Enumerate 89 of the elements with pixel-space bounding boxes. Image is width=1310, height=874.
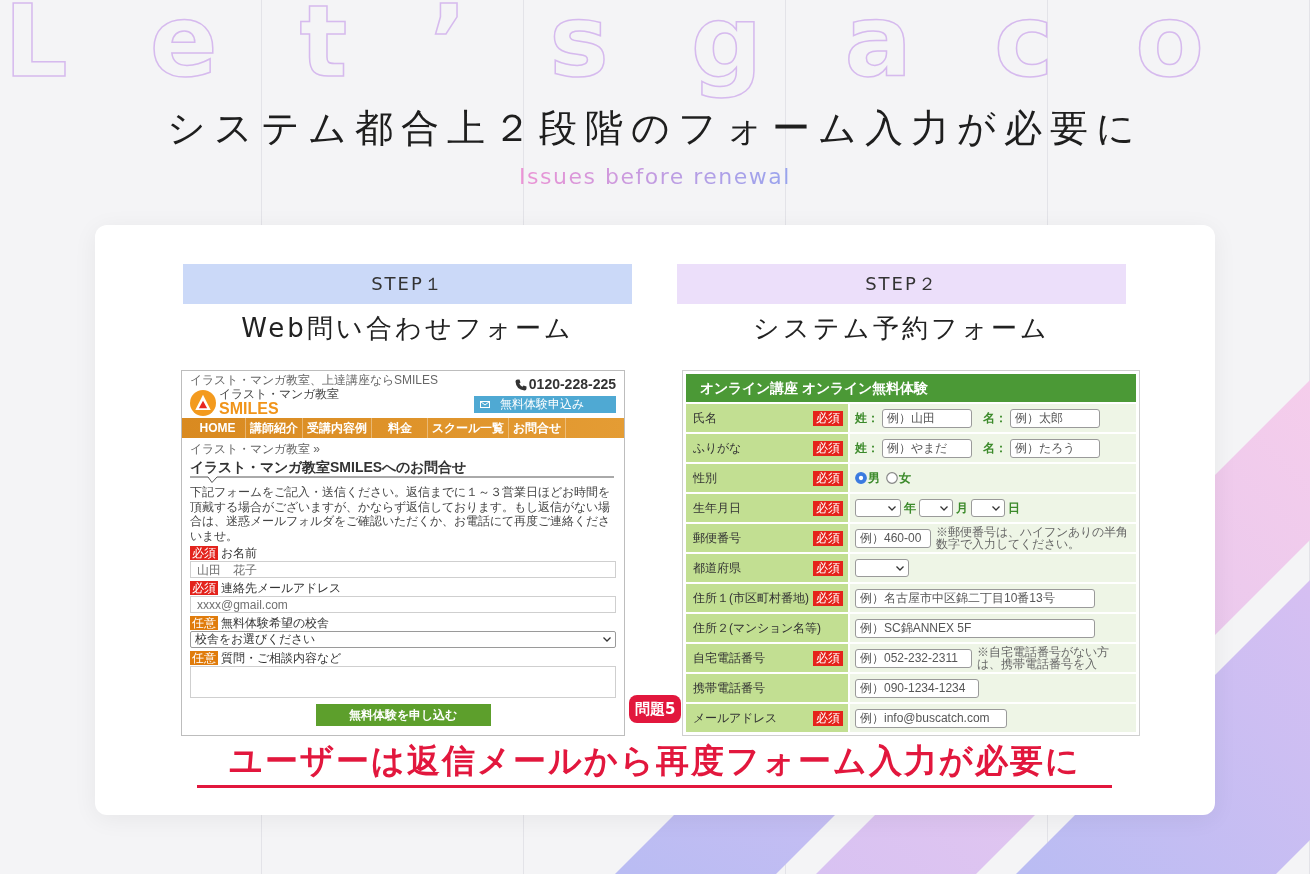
name-input[interactable]: 例）やまだ xyxy=(882,438,972,458)
field-tag: 必須 xyxy=(190,546,218,560)
field-prefix: 名： xyxy=(983,441,1007,455)
required-tag: 必須 xyxy=(813,440,843,456)
input-field[interactable]: 例）052-232-2311 xyxy=(855,648,972,668)
required-tag: 必須 xyxy=(813,530,843,546)
issue-badge: 問題5 xyxy=(629,695,682,723)
date-unit: 日 xyxy=(1008,501,1020,515)
field-prefix: 姓： xyxy=(855,411,879,425)
required-tag: 必須 xyxy=(813,650,843,666)
name-input[interactable]: 例）たろう xyxy=(1010,438,1100,458)
site-tagline: イラスト・マンガ教室、上達講座ならSMILES xyxy=(190,373,438,387)
radio-option[interactable]: 男 xyxy=(855,471,880,485)
radio-option[interactable]: 女 xyxy=(886,471,911,485)
intro-paragraph: 下記フォームをご記入・送信ください。返信までに１～３営業日ほどお時間を頂戴する場合がございますが、かならず返信しております。もし返信がない場合は、迷惑メールフォルダをご確認いただくか、お電話にて再度ご連絡くださいませ。 xyxy=(190,485,611,543)
nav-link[interactable]: 受講内容例 xyxy=(303,418,372,438)
required-tag: 必須 xyxy=(813,710,843,726)
mail-icon xyxy=(480,401,490,408)
required-tag: 必須 xyxy=(813,410,843,426)
field-label: 無料体験希望の校舎 xyxy=(221,616,329,630)
logo-icon xyxy=(190,389,216,416)
name-input[interactable]: 例）太郎 xyxy=(1010,408,1100,428)
dropdown[interactable] xyxy=(855,559,909,577)
name-input[interactable]: 例）山田 xyxy=(882,408,972,428)
input-field[interactable]: 例）090-1234-1234 xyxy=(855,678,979,698)
caret-icon xyxy=(896,565,904,571)
logo-wordmark: SMILES xyxy=(219,401,280,417)
nav-link[interactable]: HOME xyxy=(190,418,246,438)
input-field[interactable]: 例）SC錦ANNEX 5F xyxy=(855,618,1095,638)
field-label: 自宅電話番号 xyxy=(693,651,765,665)
required-tag: 必須 xyxy=(813,560,843,576)
input-field[interactable]: xxxx@gmail.com xyxy=(190,596,616,613)
field-tag: 任意 xyxy=(190,651,218,665)
step-title: システム予約フォーム xyxy=(752,312,1051,345)
field-label: 質問・ご相談内容など xyxy=(221,651,341,665)
input-field[interactable]: 例）460-00 xyxy=(855,528,931,548)
form-header: オンライン講座 オンライン無料体験 xyxy=(686,374,1136,402)
nav-link[interactable]: スクール一覧 xyxy=(428,418,509,438)
nav-link[interactable]: お問合せ xyxy=(509,418,566,438)
field-label: 郵便番号 xyxy=(693,531,741,545)
required-tag: 必須 xyxy=(813,470,843,486)
field-note: ※郵便番号は、ハイフンありの半角数字で入力してください。 xyxy=(936,525,1129,551)
phone-icon xyxy=(514,378,527,391)
input-field[interactable]: 山田 花子 xyxy=(190,561,616,578)
page-title: システム都合上２段階のフォーム入力が必要に xyxy=(166,105,1144,152)
nav-link[interactable]: 講師紹介 xyxy=(246,418,303,438)
step-label: STEP２ xyxy=(677,264,1126,304)
background-lettering: Let’sgaco xyxy=(4,0,1286,98)
step-label: STEP１ xyxy=(183,264,632,304)
step-title: Web問い合わせフォーム xyxy=(240,312,575,345)
caret-icon xyxy=(888,505,896,511)
caret-icon xyxy=(603,637,611,642)
submit-button[interactable]: 無料体験を申し込む xyxy=(315,704,491,726)
dropdown[interactable] xyxy=(971,499,1005,517)
field-label: 住所２(マンション名等) xyxy=(693,621,821,635)
trial-button[interactable]: 無料体験申込み xyxy=(474,396,616,413)
problem-statement: ユーザーは返信メールから再度フォーム入力が必要に xyxy=(228,740,1081,782)
caret-icon xyxy=(992,505,1000,511)
logo-caption: イラスト・マンガ教室 xyxy=(219,388,339,401)
field-label: ふりがな xyxy=(693,441,741,455)
required-tag: 必須 xyxy=(813,590,843,606)
field-label: 連絡先メールアドレス xyxy=(221,581,341,595)
date-unit: 月 xyxy=(956,501,968,515)
dropdown[interactable]: 校舎をお選びください xyxy=(190,631,616,648)
nav-link[interactable]: 料金 xyxy=(372,418,428,438)
field-label: メールアドレス xyxy=(693,711,777,725)
field-prefix: 名： xyxy=(983,411,1007,425)
field-label: 性別 xyxy=(693,471,717,485)
field-note: ※自宅電話番号がない方は、携帯電話番号を入 xyxy=(977,645,1110,671)
dropdown[interactable] xyxy=(919,499,953,517)
field-label: 都道府県 xyxy=(693,561,741,575)
caret-icon xyxy=(940,505,948,511)
breadcrumb: イラスト・マンガ教室 » xyxy=(190,442,321,456)
field-label: お名前 xyxy=(221,546,257,560)
required-tag: 必須 xyxy=(813,500,843,516)
form-heading: イラスト・マンガ教室SMILESへのお問合せ xyxy=(190,458,468,476)
dropdown[interactable] xyxy=(855,499,901,517)
textarea-field[interactable] xyxy=(190,666,616,698)
field-tag: 任意 xyxy=(190,616,218,630)
field-label: 住所１(市区町村番地) xyxy=(693,591,809,605)
phone-number: 0120-228-225 xyxy=(528,376,616,393)
field-prefix: 姓： xyxy=(855,441,879,455)
date-unit: 年 xyxy=(904,501,916,515)
field-tag: 必須 xyxy=(190,581,218,595)
field-label: 生年月日 xyxy=(693,501,741,515)
input-field[interactable]: 例）名古屋市中区錦二丁目10番13号 xyxy=(855,588,1095,608)
field-label: 携帯電話番号 xyxy=(693,681,765,695)
input-field[interactable]: 例）info@buscatch.com xyxy=(855,708,1007,728)
field-label: 氏名 xyxy=(693,411,717,425)
